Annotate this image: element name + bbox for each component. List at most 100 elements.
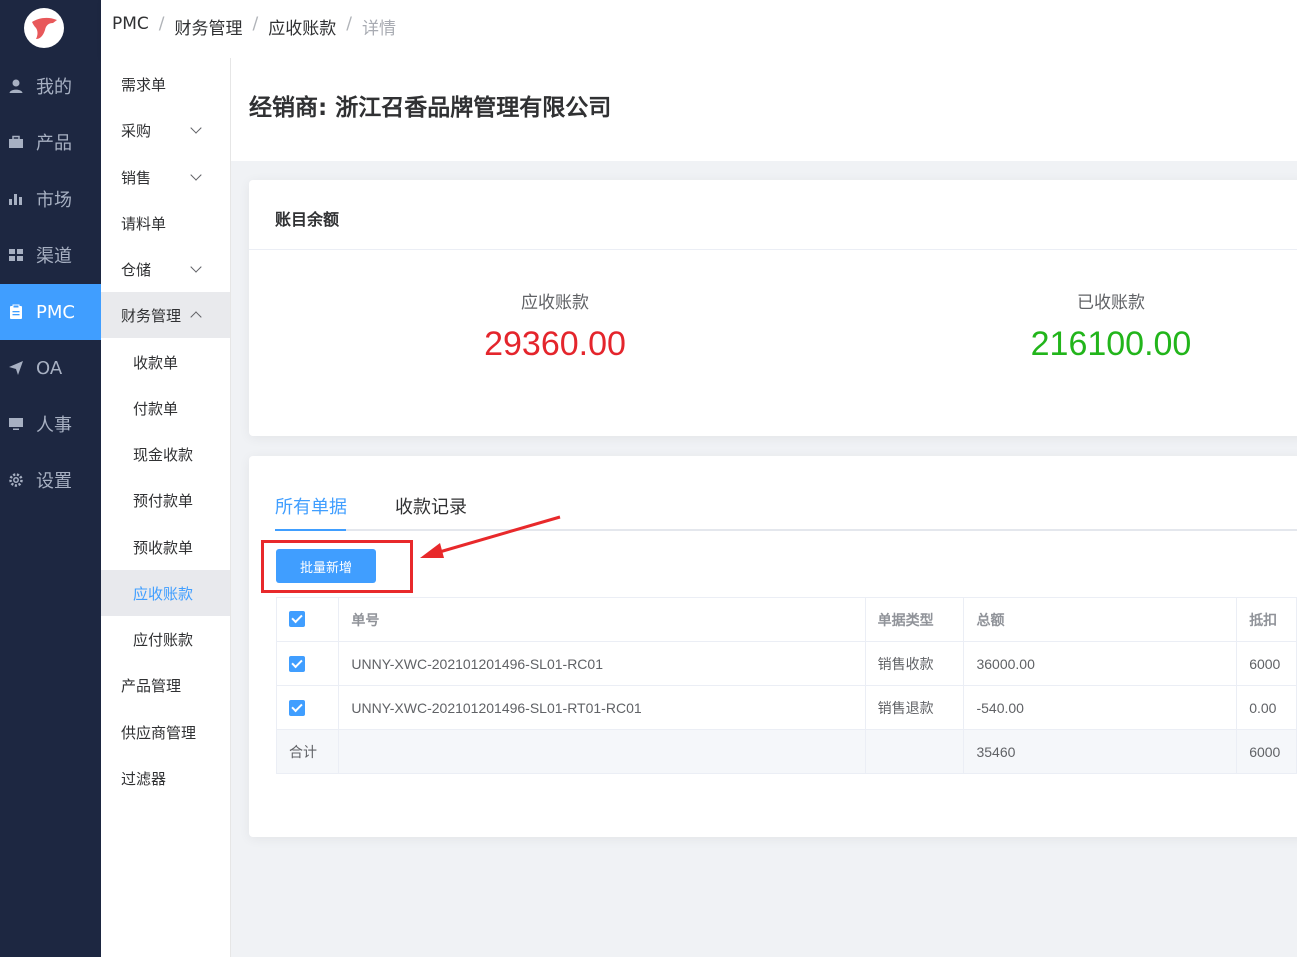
submenu-finance[interactable]: 财务管理 [101,292,230,338]
table-row[interactable]: UNNY-XWC-202101201496-SL01-RT01-RC01 销售退… [275,685,1297,730]
cell-deduct: 0.00 [1236,685,1297,730]
nav-item-oa[interactable]: OA [0,340,101,396]
active-tab-indicator [275,529,346,531]
submenu-product-management[interactable]: 产品管理 [101,662,230,708]
table-summary-row: 合计 35460 6000 [275,729,1297,774]
row-checkbox[interactable] [289,655,305,672]
nav-item-channel[interactable]: 渠道 [0,227,101,283]
breadcrumb-pmc[interactable]: PMC [112,14,149,39]
submenu-cash-receipt[interactable]: 现金收款 [101,431,230,477]
tab-all-documents[interactable]: 所有单据 [275,493,347,519]
submenu-demand[interactable]: 需求单 [101,61,230,107]
nav-item-label: 市场 [36,190,72,211]
submenu-receivables[interactable]: 应收账款 [101,570,230,616]
breadcrumb-separator: / [158,14,165,34]
nav-item-pmc[interactable]: PMC [0,284,101,340]
sub-menu: 需求单 采购 销售 请料单 仓储 财务管理 收款单 付款单 现金收款 预付款单 … [101,58,231,957]
nav-item-label: 人事 [36,415,72,436]
annotation-arrow-icon [420,515,561,558]
submenu-label: 产品管理 [121,676,182,695]
nav-item-label: OA [36,357,63,379]
cell-type: 销售退款 [864,685,965,730]
submenu-filter[interactable]: 过滤器 [101,755,230,801]
table-row[interactable]: UNNY-XWC-202101201496-SL01-RC01 销售收款 360… [275,641,1297,686]
cell-deduct: 6000 [1236,641,1297,686]
breadcrumb-finance[interactable]: 财务管理 [175,14,243,39]
bar-chart-icon [8,191,24,207]
received-label: 已收账款 [1077,293,1145,313]
submenu-label: 采购 [121,121,152,140]
submenu-supplier-management[interactable]: 供应商管理 [101,709,230,755]
submenu-advance-receipt[interactable]: 预收款单 [101,524,230,570]
table-header-row: 单号 单据类型 总额 抵扣 [275,597,1297,642]
column-header-type[interactable]: 单据类型 [864,597,965,642]
received-value: 216100.00 [1030,325,1192,363]
nav-item-product[interactable]: 产品 [0,114,101,170]
grid-icon [8,247,24,263]
summary-empty-cell [864,729,965,774]
summary-label: 合计 [275,729,340,774]
nav-item-hr[interactable]: 人事 [0,396,101,452]
chevron-down-icon [190,122,202,134]
submenu-material-request[interactable]: 请料单 [101,200,230,246]
balance-card-header: 账目余额 [249,180,1297,250]
submenu-receipt[interactable]: 收款单 [101,339,230,385]
submenu-label: 仓储 [121,260,152,279]
nav-item-label: 设置 [36,471,72,492]
chevron-down-icon [190,261,202,273]
submenu-label: 销售 [121,168,152,187]
submenu-warehouse[interactable]: 仓储 [101,246,230,292]
balance-card: 账目余额 应收账款 29360.00 已收账款 216100.00 [249,180,1297,436]
cell-no: UNNY-XWC-202101201496-SL01-RT01-RC01 [338,685,866,730]
summary-total: 35460 [963,729,1238,774]
submenu-label: 请料单 [121,214,167,233]
submenu-sales[interactable]: 销售 [101,154,230,200]
column-header-deduct[interactable]: 抵扣 [1236,597,1297,642]
submenu-label: 财务管理 [121,306,182,325]
submenu-label: 需求单 [121,75,167,94]
gear-icon [8,472,24,488]
nav-item-market[interactable]: 市场 [0,171,101,227]
nav-item-label: 产品 [36,133,72,154]
send-icon [8,360,24,376]
submenu-payment[interactable]: 付款单 [101,385,230,431]
submenu-purchase[interactable]: 采购 [101,107,230,153]
cell-type: 销售收款 [864,641,965,686]
row-checkbox[interactable] [289,699,305,716]
submenu-label: 预收款单 [133,538,194,557]
annotation-highlight-box [261,540,413,593]
submenu-payables[interactable]: 应付账款 [101,616,230,662]
app-logo[interactable] [24,8,64,48]
monitor-icon [8,416,24,432]
breadcrumb: PMC / 财务管理 / 应收账款 / 详情 [112,14,396,39]
chevron-up-icon [190,311,202,323]
bird-logo-icon [32,17,57,39]
select-all-cell [275,597,340,642]
receivable-label: 应收账款 [521,293,589,313]
breadcrumb-separator: / [252,14,259,34]
summary-deduct: 6000 [1236,729,1297,774]
submenu-label: 应收账款 [133,584,194,603]
receivable-stat: 应收账款 29360.00 [405,288,705,364]
cell-total: -540.00 [963,685,1238,730]
column-header-total[interactable]: 总额 [963,597,1238,642]
row-select-cell [275,685,340,730]
clipboard-icon [8,304,24,320]
nav-item-settings[interactable]: 设置 [0,452,101,508]
top-header: PMC / 财务管理 / 应收账款 / 详情 [101,0,1297,58]
select-all-checkbox[interactable] [289,611,305,627]
submenu-label: 供应商管理 [121,723,197,742]
submenu-prepayment[interactable]: 预付款单 [101,477,230,523]
main-sidebar: 我的 产品 市场 渠道 PMC OA 人事 设置 [0,0,101,957]
balance-heading: 账目余额 [275,210,340,229]
page-title-bar: 经销商: 浙江召香品牌管理有限公司 [231,58,1297,161]
breadcrumb-receivables[interactable]: 应收账款 [268,14,336,39]
submenu-label: 应付账款 [133,630,194,649]
nav-item-mine[interactable]: 我的 [0,58,101,114]
submenu-label: 预付款单 [133,491,194,510]
briefcase-icon [8,134,24,150]
column-header-no[interactable]: 单号 [338,597,866,642]
breadcrumb-separator: / [346,14,352,34]
documents-table: 单号 单据类型 总额 抵扣 UNNY-XWC-202101201496-SL01… [275,597,1297,774]
cell-no: UNNY-XWC-202101201496-SL01-RC01 [338,641,866,686]
